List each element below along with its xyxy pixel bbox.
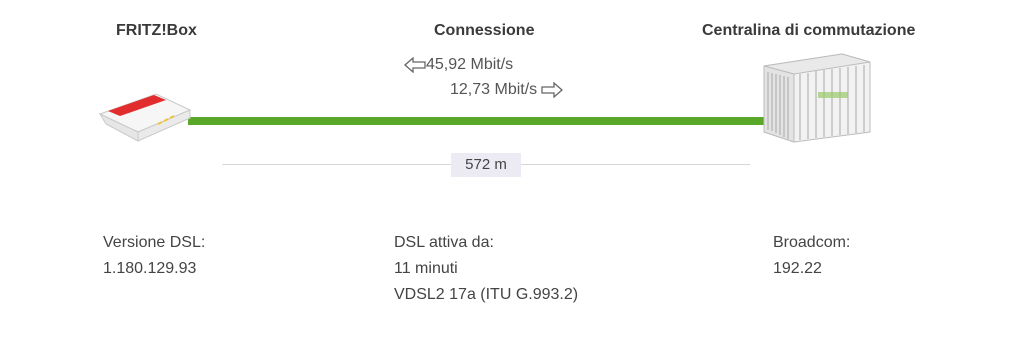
dsl-version-value: 1.180.129.93 xyxy=(103,260,197,277)
upstream-rate: 12,73 Mbit/s xyxy=(450,81,564,99)
downstream-rate-value: 45,92 Mbit/s xyxy=(426,56,514,73)
arrow-left-icon xyxy=(404,57,426,73)
fritzbox-router-icon xyxy=(98,84,198,149)
exchange-cabinet-icon xyxy=(758,52,876,149)
dsl-active-duration: 11 minuti xyxy=(394,260,458,277)
dsl-connection-line xyxy=(188,117,766,125)
connection-heading: Connessione xyxy=(434,22,535,39)
fritzbox-heading: FRITZ!Box xyxy=(116,22,197,39)
downstream-rate: 45,92 Mbit/s xyxy=(404,56,513,74)
broadcom-version: 192.22 xyxy=(773,260,822,277)
upstream-rate-value: 12,73 Mbit/s xyxy=(450,81,538,98)
broadcom-label: Broadcom: xyxy=(773,234,851,251)
exchange-heading: Centralina di commutazione xyxy=(702,22,916,39)
dsl-active-label: DSL attiva da: xyxy=(394,234,494,251)
dsl-version-label: Versione DSL: xyxy=(103,234,206,251)
distance-badge: 572 m xyxy=(451,153,521,177)
arrow-right-icon xyxy=(541,82,564,98)
dsl-version-info: Versione DSL: 1.180.129.93 xyxy=(103,230,205,282)
dsl-standard: VDSL2 17a (ITU G.993.2) xyxy=(394,286,579,303)
broadcom-info: Broadcom: 192.22 xyxy=(773,230,850,282)
dsl-active-info: DSL attiva da: 11 minuti VDSL2 17a (ITU … xyxy=(394,230,578,308)
